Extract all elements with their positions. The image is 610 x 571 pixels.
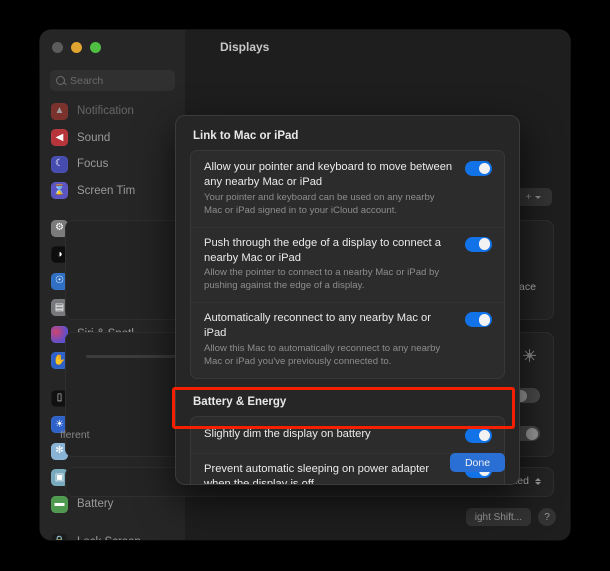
lock-icon: 🔒 <box>51 533 68 540</box>
setting-headline: Prevent automatic sleeping on power adap… <box>204 462 430 485</box>
battery-icon: ▬ <box>51 495 68 513</box>
window-traffic-lights <box>52 42 101 53</box>
help-button[interactable]: ? <box>538 508 556 526</box>
sidebar-item-label: Focus <box>77 158 109 171</box>
displays-bottom-bar: ight Shift... ? <box>465 508 556 526</box>
done-button[interactable]: Done <box>450 453 505 472</box>
setting-headline: Automatically reconnect to any nearby Ma… <box>204 312 431 340</box>
chevron-down-icon <box>535 195 542 199</box>
toggle-auto-reconnect[interactable] <box>465 312 492 328</box>
sidebar-item-screen-time[interactable]: ⌛ Screen Tim <box>40 178 185 205</box>
bell-icon: ▲ <box>51 102 68 120</box>
search-icon <box>56 76 65 85</box>
add-display-button[interactable]: + <box>515 188 552 206</box>
toggle-push-edge[interactable] <box>465 236 492 252</box>
search-input[interactable]: Search <box>50 70 175 91</box>
setting-headline: Slightly dim the display on battery <box>204 427 371 440</box>
setting-description: Allow the pointer to connect to a nearby… <box>204 267 440 292</box>
setting-row-auto-reconnect[interactable]: Automatically reconnect to any nearby Ma… <box>191 302 504 378</box>
moon-icon: ☾ <box>51 155 68 173</box>
stepper-icon <box>535 477 541 485</box>
sidebar-item-label: Lock Screen <box>77 536 141 540</box>
minimize-window-button[interactable] <box>71 42 82 53</box>
sidebar-item-sound[interactable]: ◀ Sound <box>40 125 185 152</box>
maximize-window-button[interactable] <box>90 42 101 53</box>
sidebar-divider <box>40 204 185 215</box>
setting-row-push-edge[interactable]: Push through the edge of a display to co… <box>191 227 504 303</box>
sidebar-item-label: Notification <box>77 105 134 118</box>
sidebar-group-4: 🔒 Lock Screen <box>40 529 185 540</box>
sidebar-item-notifications[interactable]: ▲ Notification <box>40 98 185 125</box>
toggle-allow-pointer[interactable] <box>465 161 492 176</box>
sidebar-divider <box>40 518 185 529</box>
sidebar-item-label: Battery <box>77 498 114 511</box>
battery-settings-group: Slightly dim the display on battery Prev… <box>190 415 505 485</box>
sheet-actions: Done <box>450 453 505 472</box>
sidebar-item-focus[interactable]: ☾ Focus <box>40 151 185 178</box>
sun-icon <box>523 349 537 362</box>
setting-headline: Push through the edge of a display to co… <box>204 236 441 264</box>
link-settings-group: Allow your pointer and keyboard to move … <box>190 150 505 379</box>
setting-row-dim-display[interactable]: Slightly dim the display on battery <box>191 417 504 453</box>
setting-row-allow-pointer[interactable]: Allow your pointer and keyboard to move … <box>191 151 504 227</box>
night-shift-button[interactable]: ight Shift... <box>465 508 531 526</box>
toggle-dim-display[interactable] <box>465 427 492 443</box>
sidebar-item-lock-screen[interactable]: 🔒 Lock Screen <box>40 529 185 540</box>
plus-icon: + <box>525 191 532 203</box>
setting-description: Your pointer and keyboard can be used on… <box>204 191 435 216</box>
advanced-display-settings-sheet: Link to Mac or iPad Allow your pointer a… <box>175 115 520 485</box>
setting-headline: Allow your pointer and keyboard to move … <box>204 161 453 188</box>
close-window-button[interactable] <box>52 42 63 53</box>
hourglass-icon: ⌛ <box>51 182 68 200</box>
sidebar-group-1: ▲ Notification ◀ Sound ☾ Focus ⌛ Screen … <box>40 98 185 204</box>
section-title-link: Link to Mac or iPad <box>193 130 299 142</box>
sidebar-item-label: Screen Tim <box>77 184 136 197</box>
truncated-setting-label: fferent <box>60 429 90 441</box>
section-title-battery: Battery & Energy <box>193 395 287 408</box>
page-title: Displays <box>220 40 270 54</box>
system-settings-window: Search ▲ Notification ◀ Sound ☾ Focus ⌛ <box>40 30 570 540</box>
setting-description: Allow this Mac to automatically reconnec… <box>204 343 441 368</box>
search-placeholder: Search <box>70 74 104 87</box>
sidebar-item-label: Sound <box>77 131 111 144</box>
speaker-icon: ◀ <box>51 129 68 147</box>
